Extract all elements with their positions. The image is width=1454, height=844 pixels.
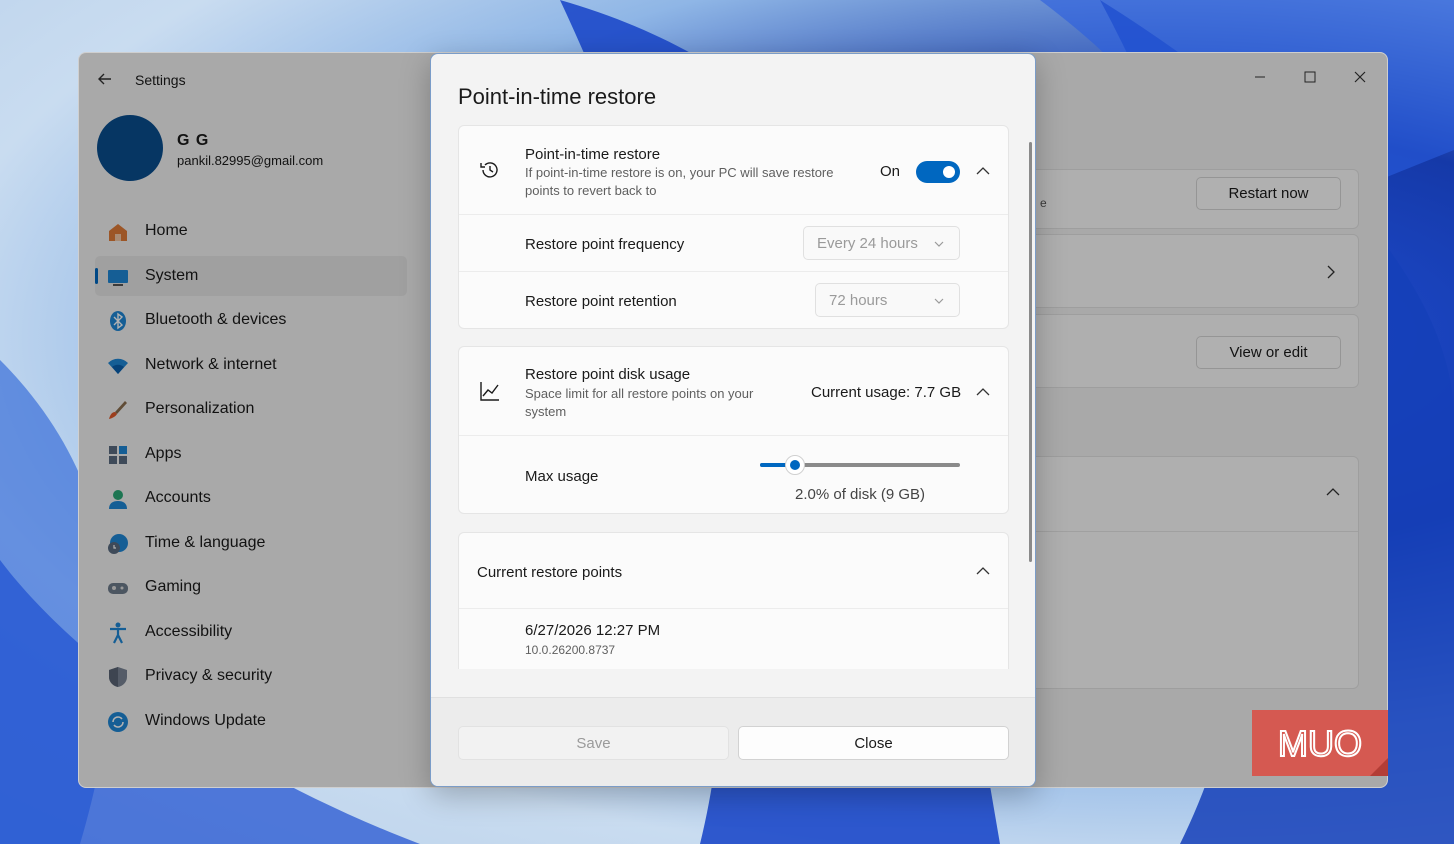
chevron-down-icon <box>934 298 944 304</box>
muo-logo: MUO <box>1252 710 1388 776</box>
frequency-value: Every 24 hours <box>817 234 918 252</box>
frequency-label: Restore point frequency <box>525 236 685 253</box>
chevron-up-icon[interactable] <box>976 385 990 399</box>
pitr-row[interactable]: Point-in-time restore If point-in-time r… <box>459 126 1008 214</box>
max-usage-row: Max usage 2.0% of disk (9 GB) <box>459 435 1008 514</box>
toggle-state-label: On <box>880 163 901 180</box>
chevron-down-icon <box>934 241 944 247</box>
line-chart-icon <box>480 382 499 401</box>
pitr-settings-card: Point-in-time restore If point-in-time r… <box>458 125 1009 329</box>
restore-points-title: Current restore points <box>477 564 623 581</box>
save-button[interactable]: Save <box>458 726 729 760</box>
retention-label: Restore point retention <box>525 293 677 310</box>
retention-dropdown[interactable]: 72 hours <box>815 283 960 317</box>
frequency-row: Restore point frequency Every 24 hours <box>459 214 1008 271</box>
current-usage-label: Current usage: 7.7 GB <box>811 384 962 401</box>
retention-row: Restore point retention 72 hours <box>459 271 1008 329</box>
chevron-up-icon[interactable] <box>976 164 990 178</box>
restore-point-version: 10.0.26200.8737 <box>525 643 616 657</box>
history-icon <box>480 162 498 178</box>
retention-value: 72 hours <box>829 291 888 309</box>
close-button[interactable]: Close <box>738 726 1009 760</box>
restore-point-item[interactable]: 6/27/2026 12:27 PM 10.0.26200.8737 <box>459 608 1008 669</box>
pitr-toggle[interactable] <box>916 161 960 183</box>
max-usage-slider-thumb[interactable] <box>785 455 805 475</box>
max-usage-label: Max usage <box>525 468 599 485</box>
pitr-description: If point-in-time restore is on, your PC … <box>525 165 834 198</box>
dialog-scrollbar[interactable] <box>1029 142 1032 562</box>
dialog-footer: Save Close <box>431 697 1035 786</box>
chevron-up-icon[interactable] <box>976 564 990 578</box>
pitr-title: Point-in-time restore <box>525 146 661 163</box>
disk-usage-card: Restore point disk usage Space limit for… <box>458 346 1009 514</box>
disk-usage-row[interactable]: Restore point disk usage Space limit for… <box>459 347 1008 435</box>
frequency-dropdown[interactable]: Every 24 hours <box>803 226 960 260</box>
restore-points-card: Current restore points 6/27/2026 12:27 P… <box>458 532 1009 669</box>
watermark-text: MUO <box>1278 723 1362 764</box>
dialog-body: Point-in-time restore If point-in-time r… <box>431 124 1035 669</box>
restore-points-header[interactable]: Current restore points <box>459 533 1008 608</box>
restore-point-date: 6/27/2026 12:27 PM <box>525 622 661 639</box>
disk-usage-description: Space limit for all restore points on yo… <box>525 386 754 419</box>
disk-usage-title: Restore point disk usage <box>525 366 691 383</box>
dialog-title: Point-in-time restore <box>458 84 657 109</box>
point-in-time-restore-dialog: Point-in-time restore Point-in-time rest… <box>430 53 1036 787</box>
max-usage-value: 2.0% of disk (9 GB) <box>795 486 926 503</box>
